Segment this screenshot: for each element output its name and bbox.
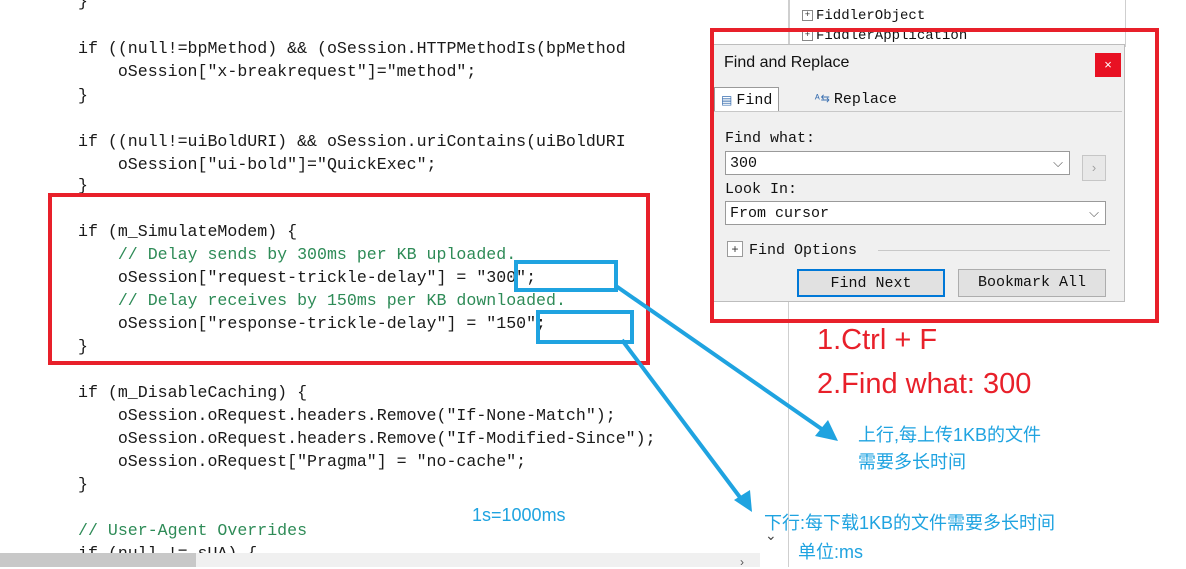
annotation-arrows	[614, 284, 838, 512]
annotation-upload: 需要多长时间	[858, 452, 966, 472]
arrow-line	[620, 338, 744, 502]
arrow-line	[614, 284, 828, 434]
annotation-unit: 单位:ms	[798, 542, 863, 562]
annotation-conversion: 1s=1000ms	[472, 505, 566, 525]
annotation-step2: 2.Find what: 300	[817, 368, 1032, 400]
annotation-upload: 上行,每上传1KB的文件	[858, 425, 1042, 445]
annotation-download: 下行:每下载1KB的文件需要多长时间	[764, 513, 1056, 533]
arrow-head	[815, 420, 838, 441]
annotation-step1: 1.Ctrl + F	[817, 324, 938, 356]
